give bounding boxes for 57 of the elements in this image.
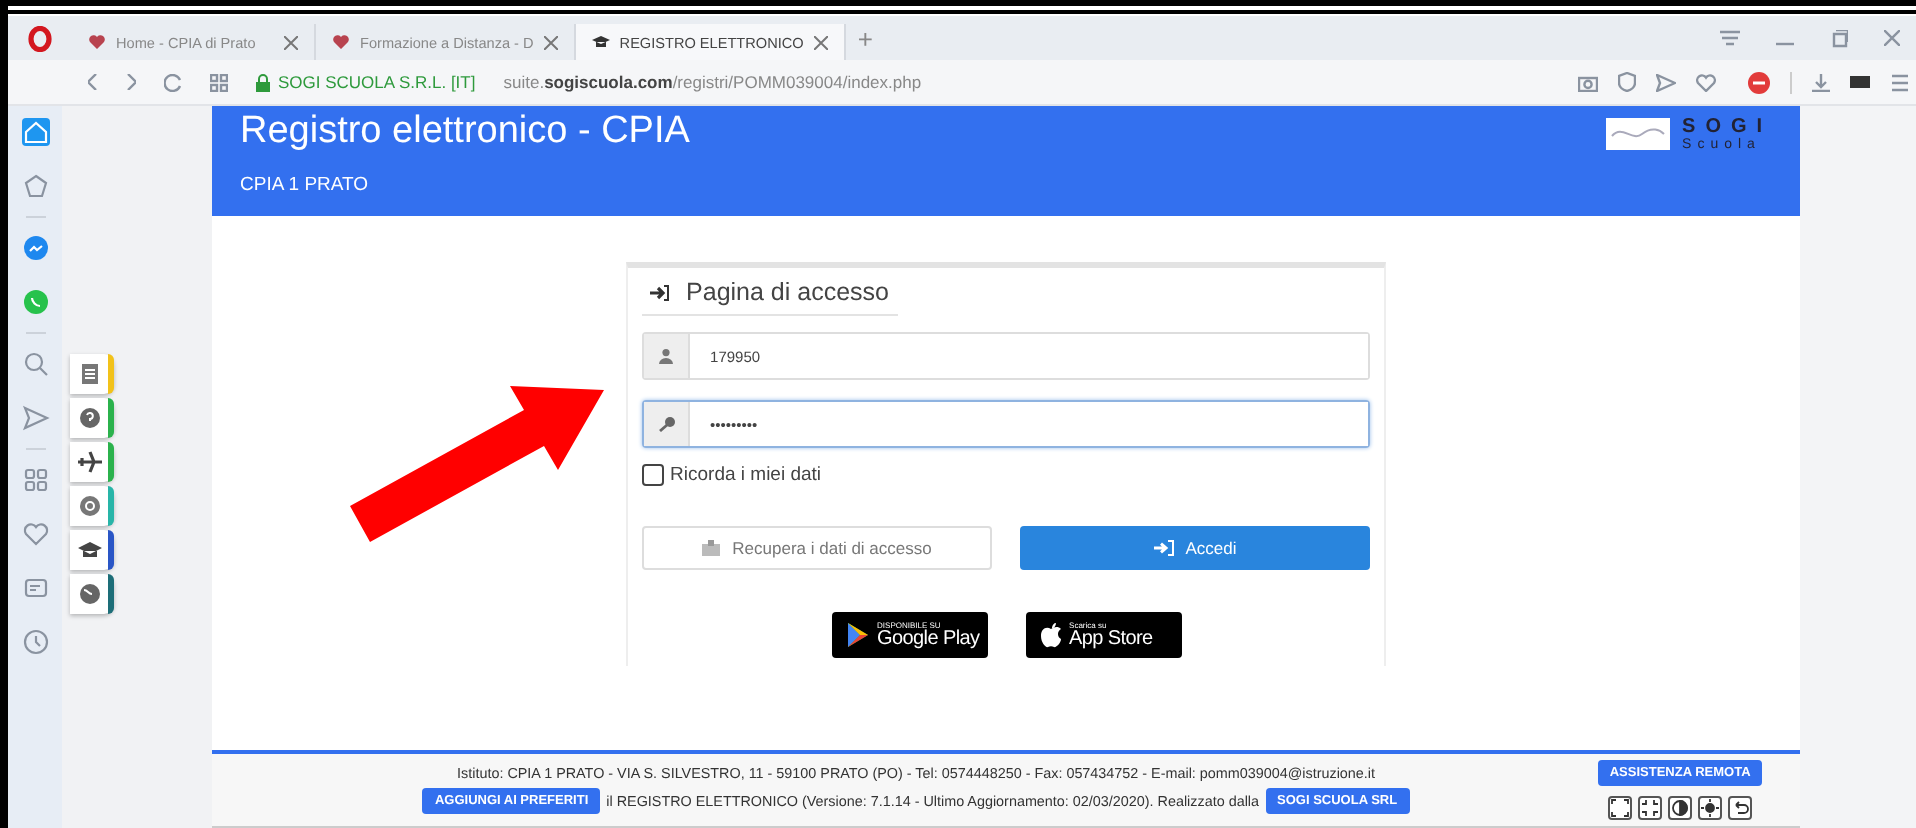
user-icon — [658, 348, 675, 364]
fullscreen-icon[interactable] — [1608, 796, 1633, 820]
address-field[interactable]: suite.sogiscuola.com/registri/POMM039004/index.php — [503, 72, 922, 92]
messenger-icon[interactable] — [21, 234, 49, 262]
brightness-icon[interactable] — [1698, 796, 1723, 820]
close-icon[interactable] — [543, 35, 558, 49]
reload-icon[interactable] — [164, 73, 182, 91]
restore-icon[interactable] — [1830, 29, 1848, 47]
page-title: Registro elettronico - CPIA — [240, 110, 690, 154]
back-icon[interactable] — [88, 74, 98, 90]
new-tab-button[interactable]: + — [857, 23, 873, 53]
send-icon[interactable] — [1656, 73, 1676, 91]
home-icon[interactable] — [21, 118, 49, 146]
recover-button[interactable]: Recupera i dati di accesso — [642, 526, 993, 570]
download-icon[interactable] — [1812, 73, 1830, 91]
sign-in-icon — [1153, 540, 1174, 556]
whatsapp-icon[interactable] — [21, 288, 49, 316]
news-icon[interactable] — [21, 574, 49, 602]
sign-in-icon — [650, 283, 671, 301]
login-button[interactable]: Accedi — [1020, 526, 1371, 570]
question-icon[interactable] — [76, 404, 104, 432]
heart-icon — [332, 34, 350, 50]
shield-icon[interactable] — [1618, 72, 1636, 92]
pentagon-icon[interactable] — [21, 172, 49, 200]
remember-checkbox[interactable] — [642, 464, 665, 486]
grid-icon[interactable] — [21, 466, 49, 494]
logo-wordmark: SOGI — [1682, 118, 1773, 138]
undo-icon[interactable] — [1728, 796, 1753, 820]
close-icon[interactable] — [1884, 30, 1900, 46]
send-icon[interactable] — [21, 404, 49, 432]
clock-icon[interactable] — [21, 628, 49, 656]
cap-icon — [591, 34, 610, 50]
briefcase-icon — [702, 540, 721, 556]
site-identity[interactable]: SOGI SCUOLA S.R.L. [IT] — [278, 72, 476, 92]
opera-logo-icon[interactable] — [28, 25, 52, 51]
grid-icon[interactable] — [210, 73, 228, 91]
menu-icon[interactable] — [1892, 73, 1908, 91]
document-icon[interactable] — [76, 360, 104, 388]
close-icon[interactable] — [284, 35, 298, 49]
search-icon[interactable] — [21, 350, 49, 378]
checkbox-label: Ricorda i miei dati — [670, 464, 822, 486]
heart-icon — [88, 34, 106, 50]
lock-icon — [256, 73, 270, 91]
battery-icon[interactable] — [1850, 76, 1872, 88]
plane-icon[interactable] — [76, 448, 104, 476]
tab-menu-icon[interactable] — [1720, 30, 1740, 46]
forward-icon[interactable] — [126, 74, 136, 90]
shrink-icon[interactable] — [1638, 796, 1663, 820]
adblock-icon[interactable] — [1748, 71, 1770, 93]
school-name: CPIA 1 PRATO — [240, 174, 371, 196]
login-heading: Pagina di accesso — [686, 278, 889, 306]
heart-icon[interactable] — [1696, 73, 1716, 91]
key-icon — [657, 416, 676, 432]
close-icon[interactable] — [813, 35, 828, 49]
camera-icon[interactable] — [1578, 73, 1598, 91]
heart-icon[interactable] — [21, 520, 49, 548]
contrast-icon[interactable] — [1668, 796, 1693, 820]
